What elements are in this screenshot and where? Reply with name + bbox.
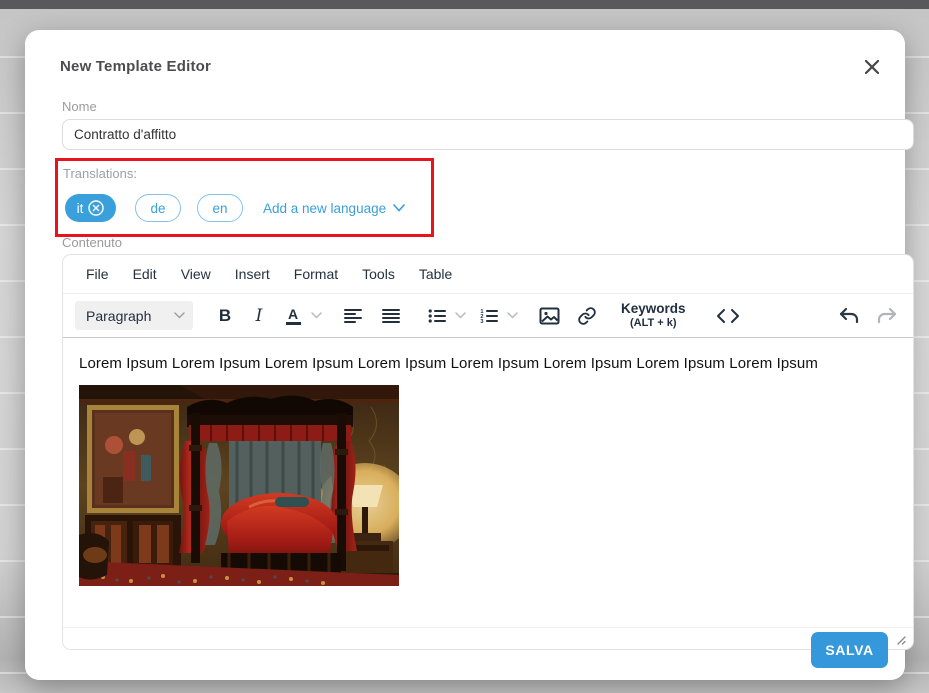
menu-tools[interactable]: Tools (351, 261, 406, 287)
text-color-swatch (286, 322, 301, 325)
new-template-editor-dialog: New Template Editor Nome Translations: i… (25, 30, 905, 680)
numbered-list-icon[interactable]: 123 (475, 302, 503, 330)
remove-language-icon[interactable] (88, 200, 104, 216)
menu-view[interactable]: View (170, 261, 222, 287)
menu-file[interactable]: File (75, 261, 120, 287)
insert-link-icon[interactable] (573, 302, 601, 330)
add-language-label: Add a new language (263, 201, 386, 216)
bedroom-photo[interactable] (79, 385, 399, 586)
add-language-dropdown[interactable]: Add a new language (263, 201, 405, 216)
menu-edit[interactable]: Edit (122, 261, 168, 287)
language-pill-label: de (150, 201, 165, 216)
svg-text:3: 3 (480, 319, 483, 325)
translations-label: Translations: (63, 166, 137, 181)
nome-label: Nome (62, 99, 97, 114)
italic-button[interactable]: I (245, 302, 273, 330)
save-button[interactable]: SALVA (811, 632, 888, 668)
language-pill-it[interactable]: it (65, 194, 116, 222)
language-pill-en[interactable]: en (197, 194, 243, 222)
chevron-down-icon (174, 312, 185, 319)
nome-input[interactable] (62, 119, 914, 150)
text-color-button[interactable]: A (279, 302, 307, 330)
justify-icon[interactable] (377, 302, 405, 330)
text-color-menu-chevron[interactable] (307, 312, 325, 319)
paragraph-style-value: Paragraph (86, 308, 151, 324)
bullet-list-icon[interactable] (423, 302, 451, 330)
dialog-title: New Template Editor (60, 58, 211, 75)
paragraph-style-select[interactable]: Paragraph (75, 301, 193, 330)
keywords-button[interactable]: Keywords (ALT + k) (611, 301, 696, 329)
background-topbar (0, 0, 929, 9)
language-pill-de[interactable]: de (135, 194, 181, 222)
chevron-down-icon (507, 312, 518, 319)
undo-icon[interactable] (835, 302, 863, 330)
language-pills: it de en Add a new language (65, 194, 405, 222)
content-paragraph: Lorem Ipsum Lorem Ipsum Lorem Ipsum Lore… (79, 355, 897, 372)
contenuto-label: Contenuto (62, 235, 122, 250)
editor-menubar: File Edit View Insert Format Tools Table (63, 255, 913, 294)
menu-table[interactable]: Table (408, 261, 463, 287)
bullet-list-menu-chevron[interactable] (451, 312, 469, 319)
chevron-down-icon (311, 312, 322, 319)
menu-format[interactable]: Format (283, 261, 349, 287)
bold-button[interactable]: B (211, 302, 239, 330)
editor-statusbar (63, 627, 913, 650)
source-code-icon[interactable] (714, 302, 742, 330)
editor-content-area[interactable]: Lorem Ipsum Lorem Ipsum Lorem Ipsum Lore… (63, 338, 913, 627)
close-icon[interactable] (861, 56, 883, 78)
editor-toolbar: Paragraph B I A (63, 294, 913, 338)
numbered-list-menu-chevron[interactable] (503, 312, 521, 319)
editor-resize-handle[interactable] (894, 633, 907, 646)
redo-icon[interactable] (873, 302, 901, 330)
insert-image-icon[interactable] (535, 302, 563, 330)
chevron-down-icon (455, 312, 466, 319)
language-pill-label: en (212, 201, 227, 216)
language-pill-label: it (77, 201, 84, 216)
rich-text-editor: File Edit View Insert Format Tools Table… (62, 254, 914, 650)
menu-insert[interactable]: Insert (224, 261, 281, 287)
chevron-down-icon (393, 204, 405, 212)
align-left-icon[interactable] (339, 302, 367, 330)
